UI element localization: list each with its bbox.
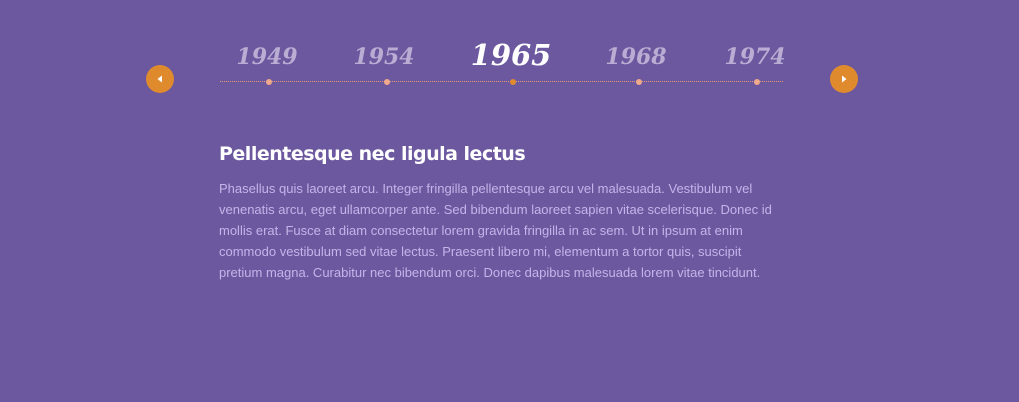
event-title: Pellentesque nec ligula lectus [219,143,526,165]
timeline-dot-1974[interactable] [754,79,760,85]
year-1968[interactable]: 1968 [605,44,666,70]
prev-button[interactable] [146,65,174,93]
next-button[interactable] [830,65,858,93]
event-description: Phasellus quis laoreet arcu. Integer fri… [219,181,772,280]
timeline-dot-1954[interactable] [384,79,390,85]
timeline-dot-1968[interactable] [636,79,642,85]
year-1954[interactable]: 1954 [353,44,414,70]
event-content: Pellentesque nec ligula lectus Phasellus… [219,143,779,283]
timeline-section: 1949 1954 1965 1968 1974 Pellentesque ne… [0,0,1019,402]
timeline-dot-1965[interactable] [510,79,516,85]
timeline-dot-1949[interactable] [266,79,272,85]
caret-left-icon [157,75,162,83]
year-1949[interactable]: 1949 [236,44,297,70]
caret-right-icon [842,75,847,83]
timeline-track [220,81,783,82]
year-1965-active[interactable]: 1965 [471,38,552,72]
year-1974[interactable]: 1974 [724,44,785,70]
